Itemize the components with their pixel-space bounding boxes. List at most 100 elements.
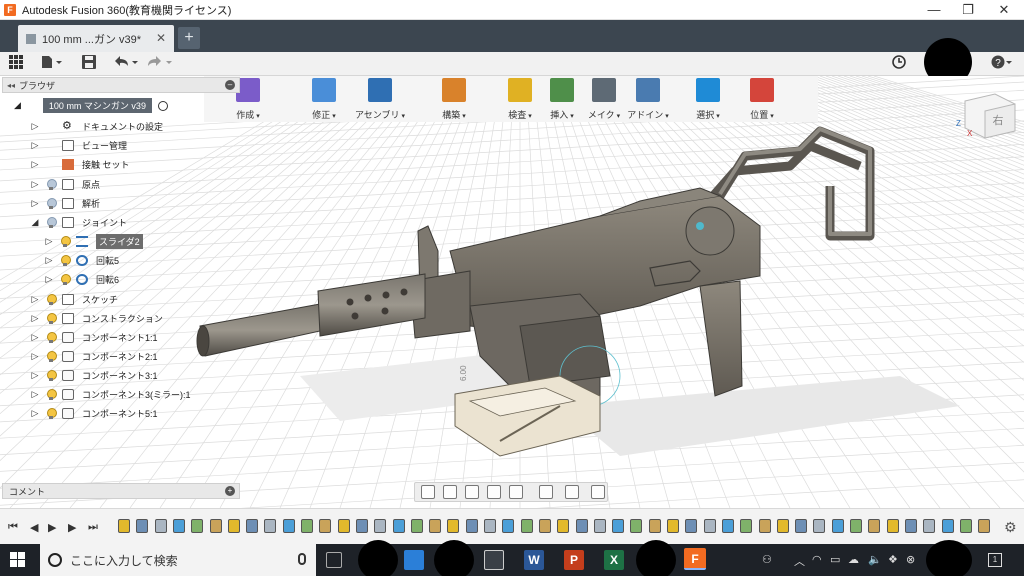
timeline-feature-icon[interactable] <box>557 519 570 533</box>
task-view-icon[interactable] <box>326 552 342 568</box>
toolbar-select-button[interactable]: 選択 <box>688 76 728 122</box>
timeline-feature-icon[interactable] <box>795 519 808 533</box>
expand-arrow-icon[interactable]: ▷ <box>30 313 40 324</box>
timeline-feature-icon[interactable] <box>886 519 899 533</box>
timeline-feature-icon[interactable] <box>246 519 259 533</box>
browser-item[interactable]: ▷ コンポーネント3:1 <box>30 366 158 384</box>
toolbar-insert-button[interactable]: 挿入 <box>544 76 580 122</box>
file-menu-icon[interactable] <box>40 55 64 73</box>
orbit-icon[interactable] <box>421 485 435 499</box>
expand-arrow-icon[interactable]: ▷ <box>44 255 54 266</box>
collapse-arrow-icon[interactable]: ◢ <box>30 217 40 228</box>
browser-item[interactable]: ▷ スライダ2 <box>44 232 143 250</box>
expand-arrow-icon[interactable]: ▷ <box>30 370 40 381</box>
browser-item[interactable]: ▷ コンストラクション <box>30 309 163 327</box>
taskbar-search-box[interactable]: ここに入力して検索 <box>40 544 316 576</box>
timeline-feature-icon[interactable] <box>118 519 130 533</box>
timeline-first-icon[interactable]: ⏮ <box>8 521 18 534</box>
timeline-feature-icon[interactable] <box>282 519 295 533</box>
fusion-taskbar-icon[interactable]: F <box>684 548 706 570</box>
expand-arrow-icon[interactable]: ▷ <box>30 389 40 400</box>
close-button[interactable]: ✕ <box>986 0 1022 20</box>
visibility-bulb-icon[interactable] <box>46 216 57 228</box>
activate-radio-icon[interactable] <box>157 100 168 111</box>
timeline-feature-icon[interactable] <box>959 519 972 533</box>
browser-item[interactable]: ▷ コンポーネント2:1 <box>30 347 158 365</box>
browser-item[interactable]: ▷ 接触 セット <box>30 155 130 173</box>
timeline-settings-gear-icon[interactable]: ⚙ <box>1004 519 1017 536</box>
visibility-bulb-icon[interactable] <box>46 197 57 209</box>
timeline-feature-icon[interactable] <box>648 519 661 533</box>
toolbar-position-button[interactable]: 位置 <box>737 76 787 122</box>
expand-arrow-icon[interactable]: ▷ <box>30 198 40 209</box>
visibility-bulb-icon[interactable] <box>60 235 71 247</box>
expand-arrow-icon[interactable]: ▷ <box>30 179 40 190</box>
tray-expand-icon[interactable]: ︿ <box>794 553 805 569</box>
grid-settings-icon[interactable] <box>565 485 579 499</box>
timeline-play-icon[interactable]: ▶ <box>48 521 56 534</box>
timeline-feature-icon[interactable] <box>630 519 643 533</box>
timeline-feature-icon[interactable] <box>429 519 442 533</box>
browser-root-row[interactable]: ◢ 100 mm マシンガン v39 <box>14 98 168 113</box>
timeline-feature-icon[interactable] <box>538 519 551 533</box>
timeline-feature-icon[interactable] <box>392 519 405 533</box>
root-expand-arrow-icon[interactable]: ◢ <box>14 100 21 111</box>
toolbar-assemble-button[interactable]: アセンブリ <box>354 76 406 122</box>
timeline-feature-icon[interactable] <box>868 519 881 533</box>
timeline-feature-icon[interactable] <box>813 519 826 533</box>
timeline-feature-icon[interactable] <box>941 519 954 533</box>
browser-item[interactable]: ▷ スケッチ <box>30 290 118 308</box>
timeline-feature-icon[interactable] <box>410 519 423 533</box>
browser-item[interactable]: ▷ 回転5 <box>44 251 119 269</box>
timeline-feature-icon[interactable] <box>264 519 277 533</box>
people-icon[interactable]: ⚇ <box>762 553 772 566</box>
timeline-feature-icon[interactable] <box>227 519 240 533</box>
timeline-last-icon[interactable]: ⏭ <box>88 521 98 534</box>
collapse-panel-icon[interactable]: ◂◂ <box>7 81 15 90</box>
browser-item[interactable]: ▷ ⚙ ドキュメントの設定 <box>30 117 163 135</box>
timeline-feature-icon[interactable] <box>758 519 771 533</box>
timeline-feature-icon[interactable] <box>319 519 332 533</box>
timeline-feature-icon[interactable] <box>520 519 533 533</box>
browser-item[interactable]: ▷ 解析 <box>30 194 100 212</box>
close-circle-icon[interactable]: ⊗ <box>906 553 915 566</box>
volume-icon[interactable]: 🔈 <box>868 553 882 566</box>
excel-icon[interactable]: X <box>604 550 624 570</box>
onedrive-icon[interactable]: ☁ <box>848 553 859 566</box>
expand-arrow-icon[interactable]: ▷ <box>30 332 40 343</box>
wifi-icon[interactable]: ◠ <box>812 553 822 566</box>
maximize-button[interactable]: ❐ <box>950 0 986 20</box>
timeline-feature-icon[interactable] <box>374 519 387 533</box>
visibility-bulb-icon[interactable] <box>46 369 57 381</box>
timeline-feature-icon[interactable] <box>612 519 625 533</box>
notification-icon[interactable]: 1 <box>988 553 1002 567</box>
powerpoint-icon[interactable]: P <box>564 550 584 570</box>
timeline-feature-icon[interactable] <box>191 519 204 533</box>
browser-item[interactable]: ▷ コンポーネント3(ミラー):1 <box>30 385 191 403</box>
microphone-icon[interactable] <box>298 553 306 565</box>
timeline-feature-icon[interactable] <box>484 519 496 533</box>
windows-start-icon[interactable] <box>10 552 26 568</box>
timeline-feature-icon[interactable] <box>502 519 515 533</box>
timeline-feature-icon[interactable] <box>337 519 350 533</box>
3d-viewport[interactable]: 6.00 右 Z X <box>0 76 1024 508</box>
toolbar-addins-button[interactable]: アドイン <box>622 76 674 122</box>
toolbar-inspect-button[interactable]: 検査 <box>501 76 539 122</box>
expand-arrow-icon[interactable]: ▷ <box>30 140 40 151</box>
timeline-feature-icon[interactable] <box>447 519 460 533</box>
timeline-feature-icon[interactable] <box>904 519 917 533</box>
zoom-icon[interactable] <box>487 485 501 499</box>
timeline-feature-icon[interactable] <box>667 519 679 533</box>
visibility-bulb-icon[interactable] <box>60 273 71 285</box>
timeline-feature-icon[interactable] <box>154 519 167 533</box>
timeline-feature-icon[interactable] <box>740 519 753 533</box>
tab-close-icon[interactable]: ✕ <box>156 31 166 45</box>
browser-panel-header[interactable]: ◂◂ ブラウザ – <box>2 77 240 93</box>
timeline-feature-icon[interactable] <box>172 519 185 533</box>
dropbox-icon[interactable]: ❖ <box>888 553 898 566</box>
timeline-feature-icon[interactable] <box>209 519 222 533</box>
help-icon[interactable]: ? <box>990 55 1014 73</box>
timeline-feature-icon[interactable] <box>850 519 862 533</box>
expand-arrow-icon[interactable]: ▷ <box>30 408 40 419</box>
timeline-feature-icon[interactable] <box>136 519 149 533</box>
